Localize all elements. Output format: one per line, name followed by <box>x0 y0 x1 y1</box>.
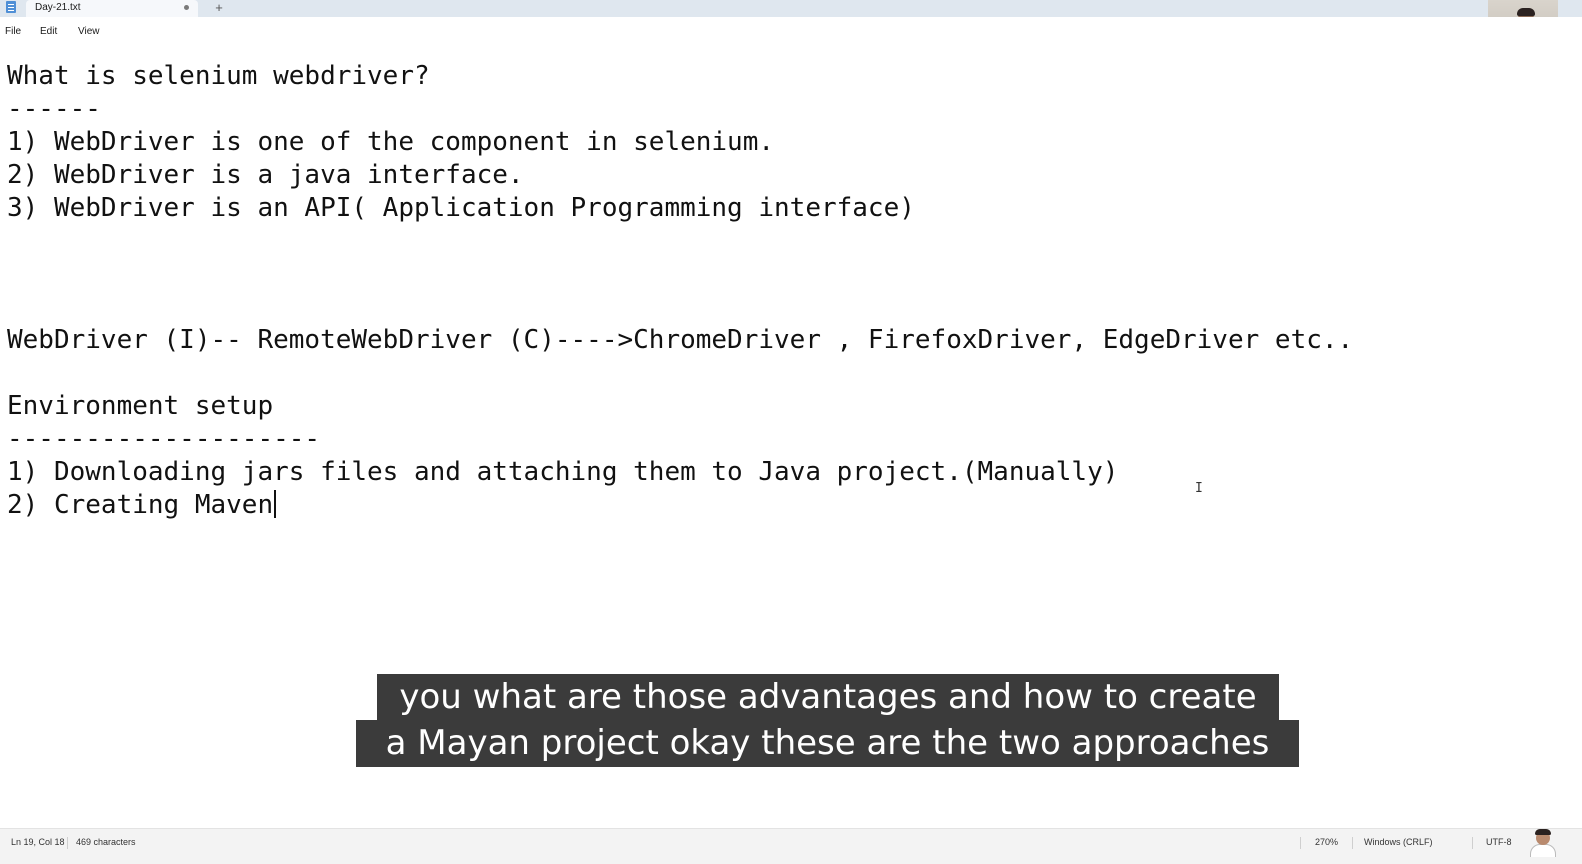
menu-bar: File Edit View <box>0 17 1582 44</box>
status-bar: Ln 19, Col 18 469 characters 270% Window… <box>0 828 1582 864</box>
menu-edit[interactable]: Edit <box>40 26 57 37</box>
menu-file[interactable]: File <box>5 26 21 37</box>
subtitle-line-2: a Mayan project okay these are the two a… <box>356 720 1299 767</box>
character-count: 469 characters <box>76 837 136 847</box>
menu-view[interactable]: View <box>78 26 100 37</box>
unsaved-dot-icon[interactable] <box>184 5 189 10</box>
webcam-person-hair <box>1517 8 1535 16</box>
new-tab-button[interactable]: + <box>212 0 226 16</box>
cursor-position[interactable]: Ln 19, Col 18 <box>11 837 65 847</box>
presenter-hair <box>1535 829 1551 835</box>
encoding[interactable]: UTF-8 <box>1486 837 1512 847</box>
presenter-avatar <box>1528 829 1558 857</box>
editor-line-current: 2) Creating Maven <box>7 489 277 522</box>
line-ending[interactable]: Windows (CRLF) <box>1364 837 1433 847</box>
presenter-body <box>1530 844 1556 857</box>
editor-line: 2) WebDriver is a java interface. <box>7 160 524 190</box>
status-divider <box>1300 837 1301 849</box>
editor-line: -------------------- <box>7 424 321 454</box>
text-cursor-icon: I <box>1195 481 1203 496</box>
editor-line: What is selenium webdriver? <box>7 61 430 91</box>
notepad-icon <box>6 1 16 13</box>
status-divider <box>1472 837 1473 849</box>
title-bar: Day-21.txt + <box>0 0 1582 17</box>
editor-line-text: 2) Creating Maven <box>7 490 274 520</box>
status-divider <box>67 837 68 849</box>
editor-line: ------ <box>7 94 101 124</box>
status-divider <box>1352 837 1353 849</box>
editor-line: 1) Downloading jars files and attaching … <box>7 457 1119 487</box>
editor-line: 3) WebDriver is an API( Application Prog… <box>7 193 915 223</box>
subtitle-line-1: you what are those advantages and how to… <box>377 674 1279 721</box>
tab-title: Day-21.txt <box>35 2 81 13</box>
zoom-level[interactable]: 270% <box>1315 837 1338 847</box>
editor-line: 1) WebDriver is one of the component in … <box>7 127 775 157</box>
tab-day-21[interactable]: Day-21.txt <box>26 0 198 17</box>
text-caret <box>274 490 277 518</box>
editor-line: WebDriver (I)-- RemoteWebDriver (C)---->… <box>7 325 1354 355</box>
editor-line: Environment setup <box>7 391 274 421</box>
